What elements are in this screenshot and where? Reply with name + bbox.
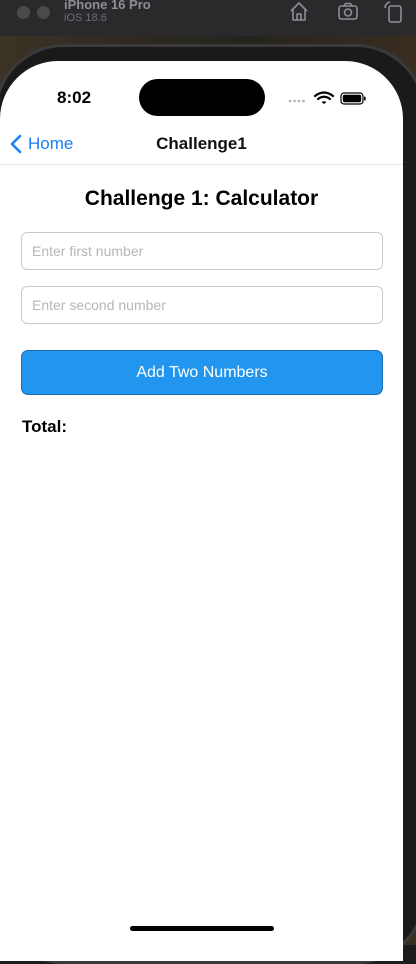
home-indicator[interactable] <box>130 926 274 931</box>
rotate-icon[interactable] <box>382 0 406 24</box>
dynamic-island <box>139 79 265 116</box>
signal-dots-icon <box>288 99 305 103</box>
home-icon[interactable] <box>287 0 311 24</box>
total-label: Total: <box>22 417 68 436</box>
app-screen: 8:02 Home Challenge1 Challenge 1: Calcul… <box>0 61 403 961</box>
status-icons <box>288 91 366 105</box>
screenshot-icon[interactable] <box>336 0 360 24</box>
close-window-icon[interactable] <box>17 6 30 19</box>
minimize-window-icon[interactable] <box>37 6 50 19</box>
add-two-numbers-button[interactable]: Add Two Numbers <box>21 350 383 395</box>
page-title: Challenge 1: Calculator <box>84 187 319 210</box>
second-number-input[interactable] <box>21 286 383 324</box>
wifi-icon <box>313 91 335 104</box>
battery-icon <box>340 92 366 105</box>
simulator-os-version: iOS 18.6 <box>64 12 107 24</box>
navigation-bar: Home Challenge1 <box>0 124 403 165</box>
simulator-title-bar: iPhone 16 Pro iOS 18.6 <box>0 0 416 36</box>
nav-title: Challenge1 <box>156 134 247 153</box>
first-number-input[interactable] <box>21 232 383 270</box>
status-time: 8:02 <box>57 88 92 107</box>
